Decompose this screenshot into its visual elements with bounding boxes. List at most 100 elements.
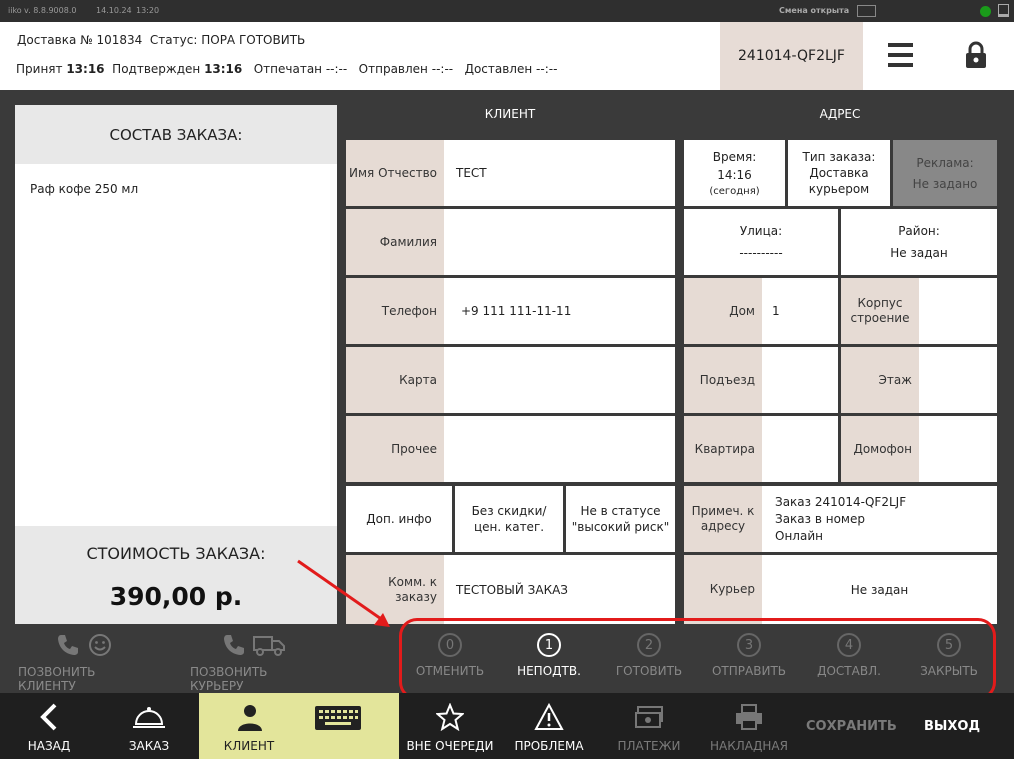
- mail-icon[interactable]: [857, 5, 876, 17]
- delivery-title: Доставка № 101834 Статус: ПОРА ГОТОВИТЬ: [17, 33, 306, 47]
- floor-field[interactable]: [919, 347, 997, 413]
- invoice-button[interactable]: НАКЛАДНАЯ: [706, 693, 792, 759]
- street-label: Улица:: [739, 224, 783, 238]
- time-value: 14:16: [717, 167, 752, 182]
- order-cost-block: СТОИМОСТЬ ЗАКАЗА: 390,00 р.: [15, 526, 337, 624]
- address-note-label: Примеч. к адресу: [684, 486, 762, 552]
- order-label: ЗАКАЗ: [128, 739, 170, 753]
- entrance-field[interactable]: [762, 347, 838, 413]
- address-note-line: Онлайн: [775, 528, 823, 543]
- bottom-navigation: НАЗАД ЗАКАЗ КЛИЕНТ ВНЕ ОЧЕРЕДИ ПРОБЛЕМА …: [0, 693, 1014, 759]
- out-of-turn-button[interactable]: ВНЕ ОЧЕРЕДИ: [405, 693, 495, 759]
- smile-icon: [89, 634, 111, 656]
- annotation-highlight-box: [399, 618, 996, 700]
- order-type-value: Доставка курьером: [808, 166, 870, 196]
- card-field[interactable]: [444, 347, 675, 413]
- risk-status-button[interactable]: Не в статусе "высокий риск": [566, 486, 675, 552]
- ad-field[interactable]: Реклама: Не задано: [893, 140, 997, 206]
- lock-icon[interactable]: [965, 41, 987, 69]
- order-timeline: Принят 13:16 Подтвержден 13:16 Отпечатан…: [16, 62, 558, 76]
- title-bar: iiko v. 8.8.9008.0 14.10.24 13:20 Смена …: [0, 0, 1014, 22]
- client-label: КЛИЕНТ: [223, 739, 275, 753]
- client-section-title: КЛИЕНТ: [484, 107, 536, 121]
- surname-field[interactable]: [444, 209, 675, 275]
- order-code: 241014-QF2LJF: [720, 22, 863, 90]
- district-value: Не задан: [890, 246, 948, 260]
- address-note-field[interactable]: Заказ 241014-QF2LJF Заказ в номер Онлайн: [762, 486, 997, 552]
- time-note: (сегодня): [709, 185, 760, 197]
- surname-label: Фамилия: [346, 209, 444, 275]
- composition-title: СОСТАВ ЗАКАЗА:: [15, 105, 337, 164]
- card-label: Карта: [346, 347, 444, 413]
- extra-info-button[interactable]: Доп. инфо: [346, 486, 452, 552]
- cost-value: 390,00 р.: [109, 582, 243, 611]
- back-button[interactable]: НАЗАД: [14, 693, 84, 759]
- money-icon: [635, 706, 663, 728]
- time-field[interactable]: Время: 14:16 (сегодня): [684, 140, 785, 206]
- client-tab[interactable]: КЛИЕНТ: [199, 693, 399, 759]
- invoice-label: НАКЛАДНАЯ: [710, 739, 788, 753]
- ad-label: Реклама:: [916, 155, 974, 170]
- warning-icon: [534, 703, 564, 730]
- name-field[interactable]: ТЕСТ: [444, 140, 675, 206]
- problem-button[interactable]: ПРОБЛЕМА: [508, 693, 590, 759]
- phone-label: Телефон: [346, 278, 444, 344]
- house-field[interactable]: 1: [762, 278, 838, 344]
- street-value: ----------: [739, 246, 783, 260]
- courier-field[interactable]: Не задан: [762, 555, 997, 624]
- intercom-label: Домофон: [841, 416, 919, 482]
- time-label: Время:: [712, 149, 757, 164]
- call-client-label: ПОЗВОНИТЬ КЛИЕНТУ: [18, 665, 96, 693]
- shift-status: Смена открыта: [779, 6, 850, 15]
- phone-icon: [58, 635, 78, 655]
- no-discount-button[interactable]: Без скидки/ цен. катег.: [455, 486, 563, 552]
- order-header: Доставка № 101834 Статус: ПОРА ГОТОВИТЬ …: [0, 22, 1014, 90]
- flat-field[interactable]: [762, 416, 838, 482]
- payments-button[interactable]: ПЛАТЕЖИ: [610, 693, 688, 759]
- building-label: Корпус строение: [841, 278, 919, 344]
- district-field[interactable]: Район: Не задан: [841, 209, 997, 275]
- other-field[interactable]: [444, 416, 675, 482]
- system-date: 14.10.24: [96, 6, 132, 15]
- call-client-button[interactable]: ПОЗВОНИТЬ КЛИЕНТУ: [18, 633, 150, 693]
- order-type-label: Тип заказа:: [802, 150, 876, 164]
- cost-label: СТОИМОСТЬ ЗАКАЗА:: [86, 544, 266, 563]
- courier-label: Курьер: [684, 555, 762, 624]
- order-composition-panel: СОСТАВ ЗАКАЗА: Раф кофе 250 мл СТОИМОСТЬ…: [15, 105, 337, 624]
- app-name: iiko: [8, 6, 22, 15]
- composition-item[interactable]: Раф кофе 250 мл: [30, 182, 138, 196]
- app-version: v. 8.8.9008.0: [24, 6, 77, 15]
- chevron-left-icon: [40, 703, 57, 731]
- order-type-field[interactable]: Тип заказа: Доставка курьером: [788, 140, 890, 206]
- save-button[interactable]: СОХРАНИТЬ: [806, 719, 897, 734]
- ad-value: Не задано: [912, 176, 978, 191]
- building-field[interactable]: [919, 278, 997, 344]
- order-button[interactable]: ЗАКАЗ: [112, 693, 186, 759]
- house-label: Дом: [684, 278, 762, 344]
- menu-icon[interactable]: [888, 43, 913, 69]
- entrance-label: Подъезд: [684, 347, 762, 413]
- address-note-line: Заказ в номер: [775, 511, 865, 526]
- exit-button[interactable]: ВЫХОД: [924, 719, 980, 734]
- comment-field[interactable]: ТЕСТОВЫЙ ЗАКАЗ: [444, 555, 675, 624]
- street-field[interactable]: Улица: ----------: [684, 209, 838, 275]
- address-section-title: АДРЕС: [819, 107, 861, 121]
- intercom-field[interactable]: [919, 416, 997, 482]
- call-courier-label: ПОЗВОНИТЬ КУРЬЕРУ: [190, 665, 268, 693]
- phone-field[interactable]: +9 111 111-11-11: [444, 278, 675, 344]
- keyboard-icon[interactable]: [314, 705, 362, 731]
- address-note-line: Заказ 241014-QF2LJF: [775, 494, 907, 509]
- call-courier-button[interactable]: ПОЗВОНИТЬ КУРЬЕРУ: [190, 633, 318, 693]
- connection-status-icon: [980, 6, 991, 17]
- payments-label: ПЛАТЕЖИ: [617, 739, 681, 753]
- out-of-turn-label: ВНЕ ОЧЕРЕДИ: [406, 739, 494, 753]
- window-icon[interactable]: [998, 4, 1009, 17]
- floor-label: Этаж: [841, 347, 919, 413]
- user-icon: [238, 705, 262, 731]
- truck-icon: [253, 636, 285, 656]
- phone-icon: [224, 635, 244, 655]
- flat-label: Квартира: [684, 416, 762, 482]
- back-label: НАЗАД: [27, 739, 71, 753]
- name-label: Имя Отчество: [346, 140, 444, 206]
- printer-icon: [736, 704, 762, 730]
